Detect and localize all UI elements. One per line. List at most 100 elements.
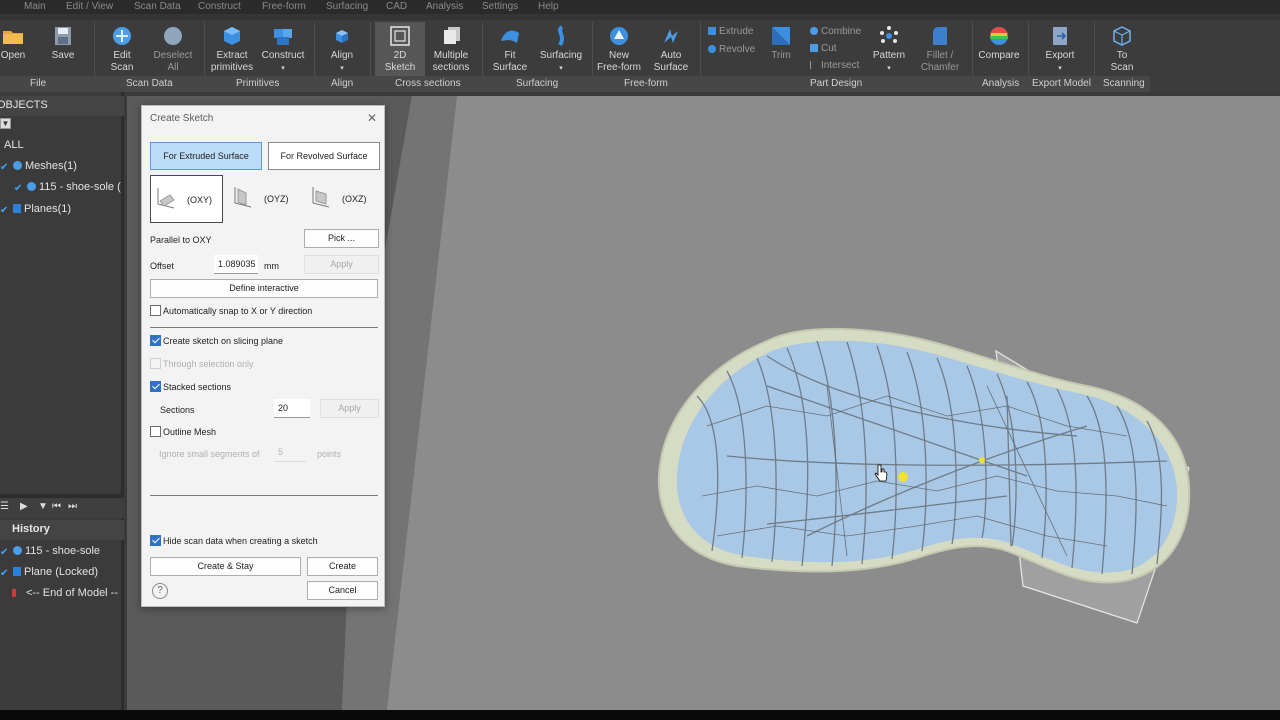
edit-scan-button[interactable]: Edit Scan [104, 22, 140, 78]
snap-checkbox[interactable] [150, 305, 161, 316]
cut-button[interactable]: Cut [810, 43, 837, 54]
tree-item-mesh[interactable]: ✔ 115 - shoe-sole ( [14, 178, 121, 196]
menu-surfacing[interactable]: Surfacing [326, 2, 368, 12]
tree-item-all[interactable]: ALL [4, 136, 24, 154]
slicing-plane-checkbox[interactable] [150, 335, 161, 346]
scan-cube-icon [1113, 26, 1131, 46]
first-icon[interactable]: ⏮ [52, 501, 61, 512]
axis-oxz-icon [312, 187, 330, 208]
combine-icon [810, 27, 818, 35]
plane-oxz-option[interactable]: (OXZ) [306, 175, 380, 223]
group-align: Align [331, 78, 354, 89]
auto-surface-button[interactable]: Auto Surface [648, 22, 694, 78]
menu-settings[interactable]: Settings [482, 2, 518, 12]
multiple-sections-button[interactable]: Multiple sections [428, 22, 474, 78]
checkmark-icon[interactable]: ✔ [0, 163, 10, 173]
axis-oyz-icon [234, 187, 252, 208]
menu-free-form[interactable]: Free-form [262, 2, 306, 12]
define-interactive-button[interactable]: Define interactive [150, 279, 378, 298]
hide-scan-checkbox[interactable] [150, 535, 161, 546]
pattern-label: Pattern [872, 50, 906, 61]
construct-label: Construct [261, 50, 305, 61]
offset-label: Offset [150, 261, 174, 271]
stacked-sections-checkbox[interactable] [150, 381, 161, 392]
group-export-model: Export Model [1032, 78, 1091, 89]
checkmark-icon[interactable]: ✔ [14, 184, 24, 194]
sections-input[interactable] [274, 399, 310, 418]
through-selection-checkbox[interactable] [150, 358, 161, 369]
menu-cad[interactable]: CAD [386, 2, 407, 12]
dropdown-icon[interactable]: ▼ [38, 501, 48, 512]
offset-apply-button[interactable]: Apply [304, 255, 379, 274]
mesh-icon [13, 546, 22, 555]
close-icon[interactable]: ✕ [367, 111, 377, 125]
checkmark-icon[interactable]: ✔ [0, 548, 10, 558]
sections-label: Sections [160, 405, 195, 415]
new-ff-label-2: Free-form [597, 62, 641, 73]
play-icon[interactable]: ▶ [20, 501, 28, 512]
surfacing-button[interactable]: Surfacing ▾ [536, 22, 586, 78]
menu-scan-data[interactable]: Scan Data [134, 2, 181, 12]
menu-help[interactable]: Help [538, 2, 559, 12]
new-free-form-button[interactable]: New Free-form [594, 22, 644, 78]
plane-oxy-label: (OXY) [187, 195, 213, 205]
export-button[interactable]: Export ▾ [1036, 22, 1084, 78]
menu-edit-view[interactable]: Edit / View [66, 2, 113, 12]
2d-sketch-button[interactable]: 2D Sketch [375, 22, 425, 78]
tab-extruded-surface[interactable]: For Extruded Surface [150, 142, 262, 170]
plane-icon [13, 204, 21, 213]
sections-apply-button[interactable]: Apply [320, 399, 379, 418]
pattern-button[interactable]: Pattern ▾ [866, 22, 912, 78]
align-button[interactable]: Align ▾ [320, 22, 364, 78]
menu-main[interactable]: Main [24, 2, 46, 12]
tree-icon[interactable]: ☰ [0, 501, 9, 512]
extract-primitives-button[interactable]: Extract primitives [208, 22, 256, 78]
help-icon[interactable]: ? [152, 583, 168, 599]
checkmark-icon[interactable]: ✔ [0, 569, 10, 579]
create-and-stay-button[interactable]: Create & Stay [150, 557, 301, 576]
plane-oyz-option[interactable]: (OYZ) [228, 175, 302, 223]
stacked-sections-label: Stacked sections [163, 382, 232, 392]
history-toolbar: ☰ ▶ ▼ ⏮ ⏭ [0, 498, 124, 518]
surfacing-label: Surfacing [539, 50, 583, 61]
outline-mesh-checkbox[interactable] [150, 426, 161, 437]
save-button[interactable]: Save [44, 22, 82, 78]
group-cross-sections: Cross sections [395, 78, 461, 89]
ignore-segments-input[interactable] [274, 443, 306, 462]
extrude-button[interactable]: Extrude [708, 26, 753, 37]
tree-item-meshes[interactable]: ✔ Meshes(1) [0, 157, 77, 175]
create-button[interactable]: Create [307, 557, 378, 576]
deselect-all-button[interactable]: Deselect All [150, 22, 196, 78]
group-file: File [30, 78, 47, 89]
menu-analysis[interactable]: Analysis [426, 2, 463, 12]
offset-input[interactable] [214, 255, 258, 274]
trim-button[interactable]: Trim [762, 22, 800, 78]
checkmark-icon[interactable]: ✔ [0, 206, 10, 216]
revolve-button[interactable]: Revolve [708, 44, 755, 55]
create-sketch-dialog: Create Sketch ✕ For Extruded Surface For… [141, 105, 385, 607]
history-item-end[interactable]: <-- End of Model -- [12, 584, 118, 602]
construct-button[interactable]: Construct ▾ [258, 22, 308, 78]
history-header: History [0, 520, 124, 540]
combine-button[interactable]: Combine [810, 26, 861, 37]
fillet-label-2: Chamfer [920, 62, 960, 73]
fillet-chamfer-button[interactable]: Fillet / Chamfer [916, 22, 964, 78]
intersect-icon [810, 61, 818, 69]
fit-surface-button[interactable]: Fit Surface [488, 22, 532, 78]
filter-icon[interactable]: ▼ [0, 118, 11, 129]
compare-button[interactable]: Compare [976, 22, 1022, 78]
cancel-button[interactable]: Cancel [307, 581, 378, 600]
edit-scan-label-1: Edit [113, 50, 131, 61]
tree-item-planes[interactable]: ✔ Planes(1) [0, 200, 71, 218]
menu-construct[interactable]: Construct [198, 2, 241, 12]
to-scan-button[interactable]: To Scan [1100, 22, 1144, 78]
intersect-button[interactable]: Intersect [810, 60, 859, 71]
tab-revolved-surface[interactable]: For Revolved Surface [268, 142, 380, 170]
open-button[interactable]: Open [0, 22, 26, 78]
outline-mesh-label: Outline Mesh [163, 427, 217, 437]
last-icon[interactable]: ⏭ [68, 501, 77, 512]
plane-oxy-option[interactable]: (OXY) [150, 175, 223, 223]
history-item[interactable]: ✔ 115 - shoe-sole [0, 542, 100, 560]
pick-button[interactable]: Pick ... [304, 229, 379, 248]
history-item[interactable]: ✔ Plane (Locked) [0, 563, 98, 581]
